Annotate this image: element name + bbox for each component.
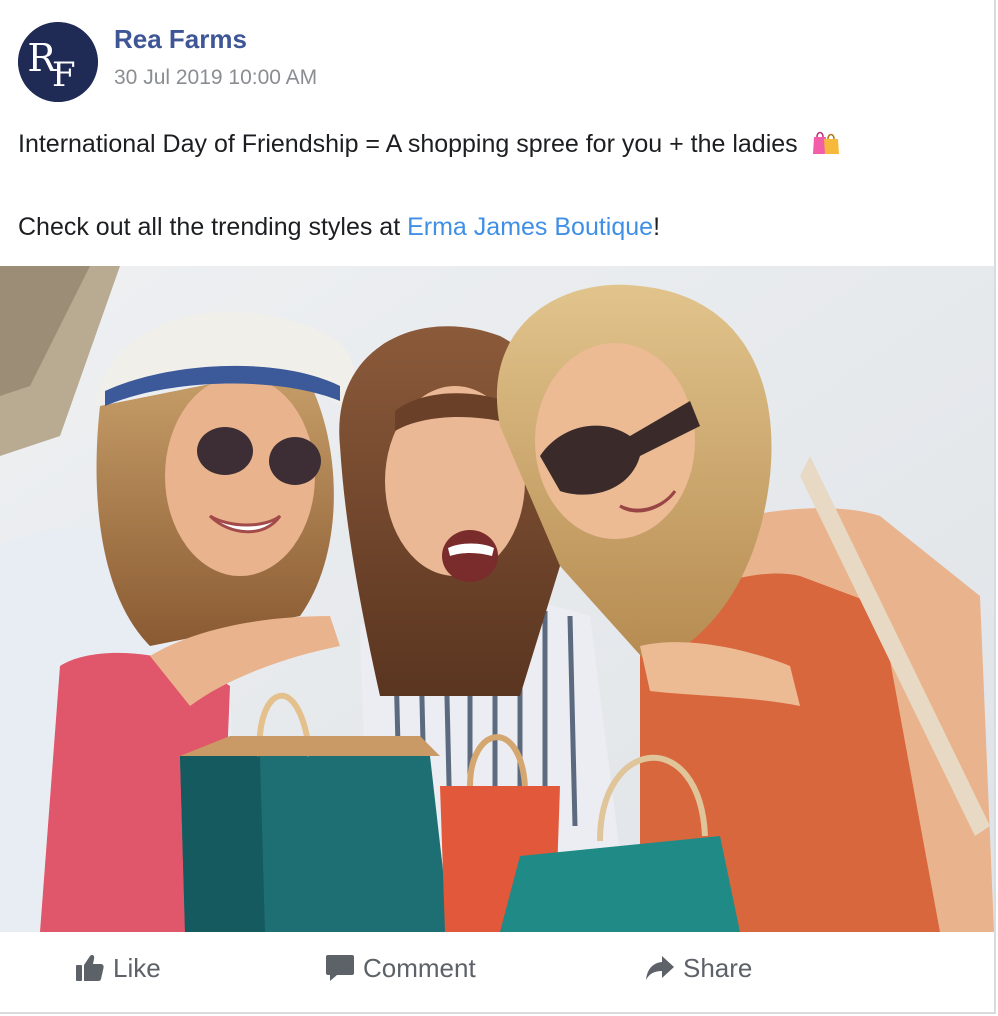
social-post-card: R F Rea Farms 30 Jul 2019 10:00 AM Inter…: [0, 0, 996, 1014]
like-label: Like: [113, 952, 161, 983]
comment-bubble-icon: [325, 953, 355, 983]
post-timestamp[interactable]: 30 Jul 2019 10:00 AM: [114, 66, 317, 90]
post-text-line-2-suffix: !: [653, 213, 661, 241]
post-text-line-1-content: International Day of Friendship = A shop…: [18, 130, 798, 158]
post-text-line-2: Check out all the trending styles at Erm…: [18, 209, 978, 245]
share-arrow-icon: [645, 955, 675, 981]
like-button[interactable]: Like: [75, 946, 161, 990]
share-label: Share: [683, 952, 753, 983]
post-photo[interactable]: [0, 266, 994, 932]
comment-label: Comment: [363, 952, 476, 983]
post-header: R F Rea Farms 30 Jul 2019 10:00 AM: [18, 20, 918, 104]
author-name[interactable]: Rea Farms: [114, 24, 247, 55]
post-text-line-2-prefix: Check out all the trending styles at: [18, 213, 408, 241]
thumbs-up-icon: [75, 954, 105, 982]
avatar[interactable]: R F: [18, 22, 98, 102]
post-actions-bar: Like Comment Share: [0, 932, 994, 1012]
photo-of-three-women-with-shopping-bags: [0, 266, 994, 932]
post-text: International Day of Friendship = A shop…: [18, 126, 978, 245]
shopping-bags-icon: [811, 129, 841, 165]
boutique-link[interactable]: Erma James Boutique: [407, 213, 653, 241]
share-button[interactable]: Share: [645, 946, 752, 990]
post-text-line-1: International Day of Friendship = A shop…: [18, 126, 978, 165]
monogram-letter-f: F: [52, 55, 76, 95]
rf-monogram-logo: R F: [18, 22, 98, 102]
comment-button[interactable]: Comment: [325, 946, 476, 990]
